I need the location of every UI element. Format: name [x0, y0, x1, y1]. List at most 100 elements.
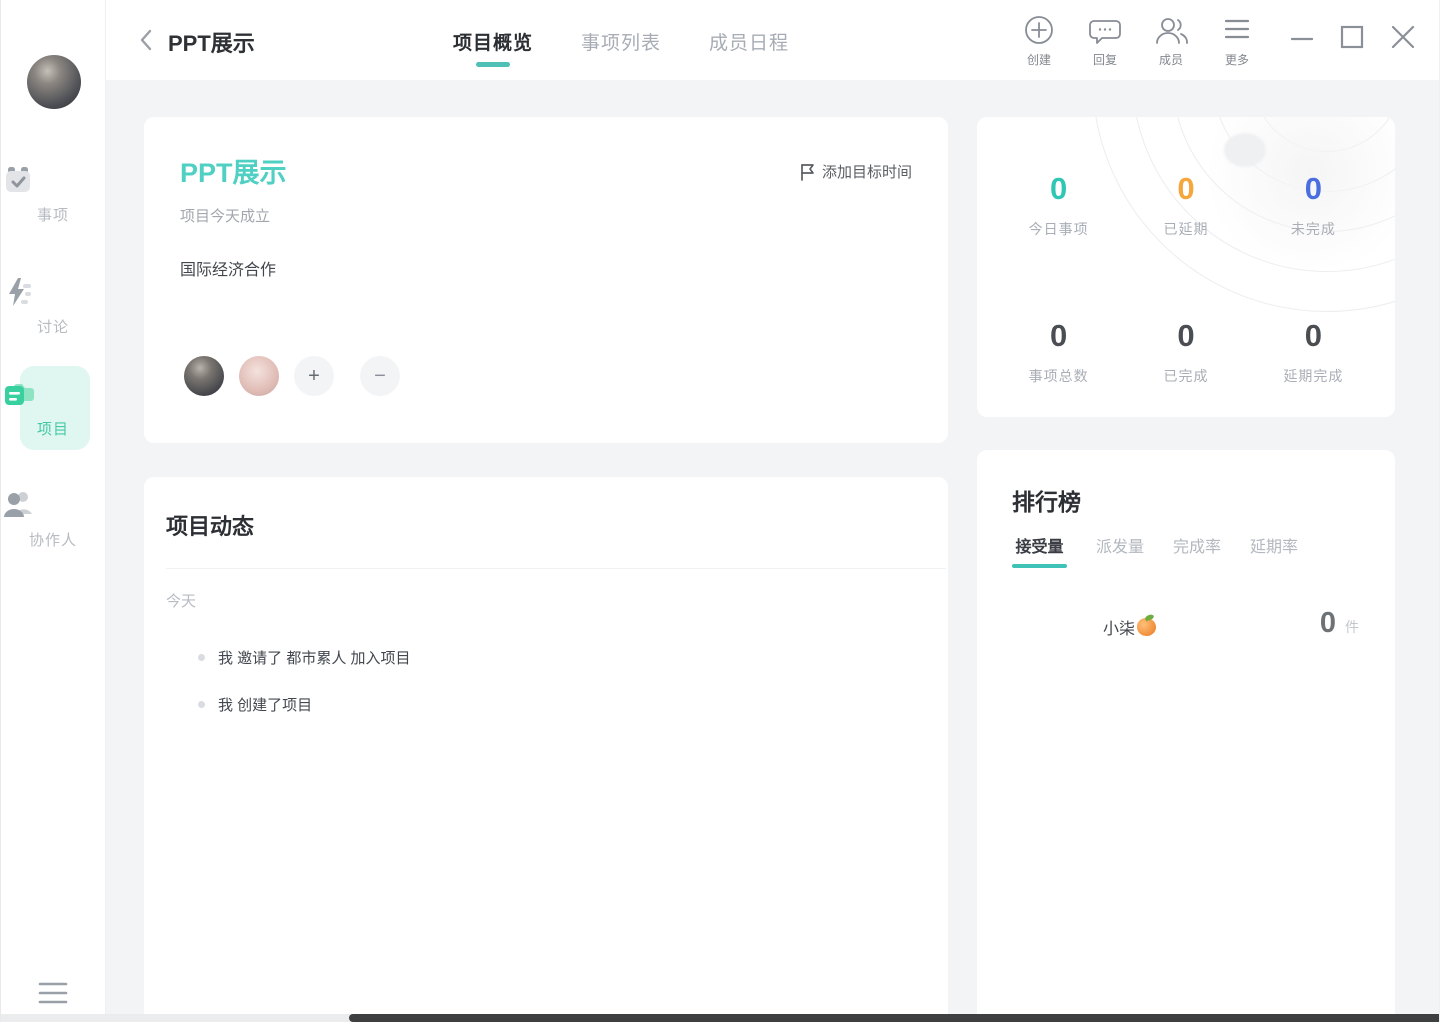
stat-value: 0: [1050, 171, 1068, 206]
members-button[interactable]: 成员: [1138, 15, 1204, 68]
add-goal-time-button[interactable]: 添加目标时间: [799, 161, 912, 182]
minimize-button[interactable]: [1291, 24, 1313, 50]
chat-bubble-icon: [1072, 15, 1138, 47]
stat-today-tasks: 0 今日事项: [995, 143, 1122, 280]
active-tab-underline: [476, 62, 510, 67]
folder-icon: [1, 377, 105, 411]
tab-label: 事项列表: [581, 33, 662, 54]
member-avatar[interactable]: [184, 356, 224, 396]
members-icon: [1138, 15, 1204, 47]
leaderboard-value: 0 件: [1320, 607, 1359, 640]
calendar-check-icon: [1, 163, 105, 197]
action-label: 更多: [1224, 53, 1249, 67]
tab-label: 延期率: [1250, 539, 1299, 556]
stats-grid: 0 今日事项 0 已延期 0 未完成 0 事项总数 0 已完成 0 延期完成: [995, 143, 1377, 417]
remove-member-button[interactable]: −: [360, 356, 400, 396]
action-label: 创建: [1026, 53, 1051, 67]
stat-label: 已完成: [1163, 368, 1209, 384]
tab-label: 接受量: [1015, 539, 1064, 556]
stat-completed-late: 0 延期完成: [1250, 280, 1377, 417]
stat-value: 0: [1177, 318, 1195, 353]
more-lines-icon: [1204, 15, 1270, 47]
page-title: PPT展示: [168, 31, 255, 56]
stat-value: 0: [1177, 171, 1195, 206]
peach-emoji: [1137, 618, 1157, 636]
user-avatar[interactable]: [27, 55, 81, 109]
activity-text: 我 邀请了 都市累人 加入项目: [218, 650, 411, 667]
project-overview-card: PPT展示 添加目标时间 项目今天成立 国际经济合作 + −: [144, 117, 948, 443]
stat-value: 0: [1304, 318, 1322, 353]
leaderboard-tab-dispatched[interactable]: 派发量: [1096, 533, 1144, 568]
leaderboard-card: 排行榜 接受量 派发量 完成率 延期率 小柒 0 件: [977, 450, 1395, 1022]
tab-label: 派发量: [1096, 539, 1145, 556]
header: PPT展示 项目概览 事项列表 成员日程 创建 回复 成员 更多: [106, 0, 1439, 80]
sidebar-item-label: 协作人: [28, 532, 77, 549]
sidebar-menu-icon[interactable]: [37, 980, 69, 1006]
action-label: 成员: [1158, 53, 1183, 67]
sidebar-item-tasks[interactable]: 事项: [1, 163, 105, 225]
member-avatars-row: + −: [184, 356, 415, 396]
sidebar-item-projects[interactable]: 项目: [1, 377, 105, 439]
member-name-text: 小柒: [1103, 621, 1136, 638]
project-activity-card: 项目动态 今天 我 邀请了 都市累人 加入项目 我 创建了项目: [144, 477, 948, 1022]
project-subtitle: 项目今天成立: [180, 208, 271, 225]
horizontal-scrollbar-track[interactable]: [1, 1014, 1439, 1022]
action-label: 回复: [1092, 53, 1117, 67]
activity-item: 我 邀请了 都市累人 加入项目: [198, 647, 411, 668]
tab-member-schedule[interactable]: 成员日程: [709, 28, 789, 67]
stat-overdue: 0 已延期: [1122, 143, 1249, 280]
sidebar: 事项 讨论 项目 协作人: [1, 0, 106, 1022]
tab-label: 完成率: [1173, 539, 1222, 556]
project-title: PPT展示: [180, 158, 287, 188]
leaderboard-tab-completion-rate[interactable]: 完成率: [1173, 533, 1221, 568]
leaderboard-tab-delay-rate[interactable]: 延期率: [1250, 533, 1298, 568]
activity-text: 我 创建了项目: [218, 697, 313, 714]
add-member-button[interactable]: +: [294, 356, 334, 396]
app-window: 事项 讨论 项目 协作人 PPT展示 项目概览 事项列表 成员日程 创建 回复 …: [1, 0, 1439, 1022]
leaderboard-title: 排行榜: [1012, 489, 1081, 515]
content: PPT展示 添加目标时间 项目今天成立 国际经济合作 + − 0 今日事项 0 …: [106, 80, 1439, 1022]
maximize-button[interactable]: [1340, 24, 1364, 50]
activity-day-label: 今天: [166, 593, 197, 610]
stat-label: 已延期: [1163, 221, 1209, 237]
plus-circle-icon: [1006, 15, 1072, 47]
sidebar-item-discussion[interactable]: 讨论: [1, 275, 105, 337]
tab-project-overview[interactable]: 项目概览: [453, 28, 533, 67]
activity-title: 项目动态: [166, 514, 255, 539]
stats-card: 0 今日事项 0 已延期 0 未完成 0 事项总数 0 已完成 0 延期完成: [977, 117, 1395, 417]
tab-task-list[interactable]: 事项列表: [581, 28, 661, 67]
project-description: 国际经济合作: [180, 262, 277, 279]
divider: [166, 568, 946, 569]
back-button[interactable]: [138, 28, 154, 52]
close-button[interactable]: [1391, 24, 1415, 50]
reply-button[interactable]: 回复: [1072, 15, 1138, 68]
sidebar-item-collaborators[interactable]: 协作人: [1, 488, 105, 550]
active-tab-underline: [1012, 564, 1067, 568]
leaderboard-tab-accepted[interactable]: 接受量: [1012, 533, 1067, 568]
leaderboard-member-name: 小柒: [1103, 615, 1157, 639]
leaderboard-unit: 件: [1345, 619, 1359, 635]
stat-unfinished: 0 未完成: [1250, 143, 1377, 280]
sidebar-item-label: 项目: [36, 421, 69, 438]
leaderboard-row: 小柒 0 件: [977, 607, 1395, 653]
add-goal-time-label: 添加目标时间: [821, 164, 912, 181]
bullet-dot: [198, 701, 205, 708]
flag-icon: [799, 163, 815, 181]
lightning-chat-icon: [1, 275, 105, 309]
member-avatar[interactable]: [239, 356, 279, 396]
bullet-dot: [198, 654, 205, 661]
stat-label: 延期完成: [1283, 368, 1344, 384]
sidebar-item-label: 讨论: [36, 319, 69, 336]
stat-label: 未完成: [1290, 221, 1336, 237]
stat-value: 0: [1050, 318, 1068, 353]
stat-label: 今日事项: [1028, 221, 1089, 237]
tab-label: 成员日程: [709, 33, 790, 54]
main-area: PPT展示 项目概览 事项列表 成员日程 创建 回复 成员 更多 PPT展示 添…: [106, 0, 1439, 1022]
more-button[interactable]: 更多: [1204, 15, 1270, 68]
leaderboard-count: 0: [1319, 607, 1336, 639]
header-tabs: 项目概览 事项列表 成员日程: [453, 28, 789, 67]
create-button[interactable]: 创建: [1006, 15, 1072, 68]
horizontal-scrollbar-thumb[interactable]: [349, 1014, 1439, 1022]
stat-total-tasks: 0 事项总数: [995, 280, 1122, 417]
activity-item: 我 创建了项目: [198, 694, 312, 715]
